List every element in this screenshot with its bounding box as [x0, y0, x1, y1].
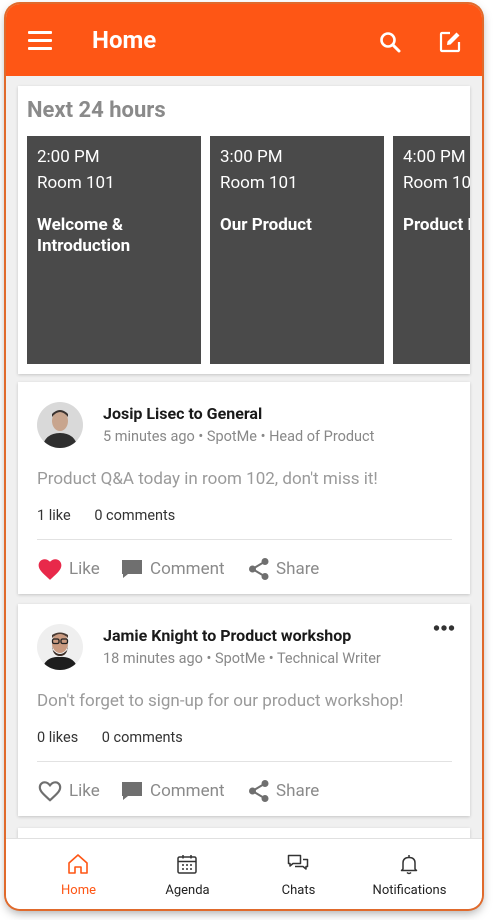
post-meta: 5 minutes ago • SpotMe • Head of Product [103, 428, 375, 445]
tab-notifications[interactable]: Notifications [350, 839, 469, 909]
comment-icon [122, 782, 142, 800]
tab-label: Chats [281, 883, 316, 898]
chats-icon [287, 854, 309, 870]
post-author[interactable]: Jamie Knight to Product workshop [103, 626, 351, 645]
comment-count[interactable]: 0 comments [102, 729, 183, 746]
post-body: Product Q&A today in room 102, don't mis… [37, 469, 378, 489]
bell-icon [400, 855, 418, 875]
share-button[interactable]: Share [248, 556, 319, 582]
like-button[interactable]: Like [37, 778, 100, 804]
share-label: Share [276, 781, 320, 801]
comment-button[interactable]: Comment [120, 556, 225, 582]
session-title: Product Roadmap [403, 215, 470, 235]
session-room: Room 101 [37, 173, 115, 193]
share-label: Share [276, 559, 320, 579]
menu-icon[interactable] [28, 31, 52, 51]
divider [37, 539, 452, 540]
more-options-icon[interactable] [433, 622, 455, 634]
comment-button[interactable]: Comment [120, 778, 225, 804]
comment-count[interactable]: 0 comments [94, 507, 175, 524]
session-room: Room 101 [403, 173, 470, 193]
share-icon [249, 780, 269, 802]
feed-post: Josip Lisec to General 5 minutes ago • S… [18, 382, 470, 594]
session-time: 3:00 PM [220, 147, 283, 167]
avatar[interactable] [37, 402, 83, 448]
like-count[interactable]: 0 likes [37, 729, 78, 746]
calendar-icon [177, 855, 197, 874]
heart-icon [38, 559, 62, 580]
session-time: 4:00 PM [403, 147, 466, 167]
session-card[interactable]: 3:00 PM Room 101 Our Product [210, 136, 384, 364]
home-icon [68, 854, 88, 874]
post-stats: 0 likes 0 comments [37, 729, 203, 746]
post-author[interactable]: Josip Lisec to General [103, 404, 262, 423]
tab-label: Home [61, 883, 96, 898]
bottom-navigation: Home Agenda Chats Notifications [6, 838, 482, 909]
like-count[interactable]: 1 like [37, 507, 71, 524]
compose-icon[interactable] [438, 30, 462, 54]
next-24-hours-card: Next 24 hours 2:00 PM Room 101 Welcome &… [18, 86, 470, 374]
session-title: Our Product [220, 215, 312, 235]
share-button[interactable]: Share [248, 778, 319, 804]
tab-label: Agenda [165, 883, 210, 898]
tab-home[interactable]: Home [19, 839, 138, 909]
session-room: Room 101 [220, 173, 298, 193]
like-label: Like [69, 559, 100, 579]
divider [37, 761, 452, 762]
comment-icon [122, 560, 142, 578]
search-icon[interactable] [378, 30, 402, 54]
session-card[interactable]: 4:00 PM Room 101 Product Roadmap [393, 136, 470, 364]
comment-label: Comment [150, 781, 225, 801]
session-title: Welcome & Introduction [37, 215, 131, 256]
avatar[interactable] [37, 624, 83, 670]
share-icon [249, 558, 269, 580]
post-stats: 1 like 0 comments [37, 507, 195, 524]
like-button[interactable]: Like [37, 556, 100, 582]
session-card[interactable]: 2:00 PM Room 101 Welcome & Introduction [27, 136, 201, 364]
tab-agenda[interactable]: Agenda [128, 839, 247, 909]
comment-label: Comment [150, 559, 225, 579]
app-header: Home [6, 4, 482, 76]
section-heading: Next 24 hours [27, 98, 166, 123]
heart-outline-icon [38, 781, 62, 802]
post-body: Don't forget to sign-up for our product … [37, 691, 404, 711]
page-title: Home [92, 26, 157, 54]
post-meta: 18 minutes ago • SpotMe • Technical Writ… [103, 650, 381, 667]
tab-chats[interactable]: Chats [239, 839, 358, 909]
app-screen: Home Next 24 hours 2:00 PM Room 101 Welc… [6, 4, 482, 909]
feed-post: Jamie Knight to Product workshop 18 minu… [18, 604, 470, 816]
like-label: Like [69, 781, 100, 801]
tab-label: Notifications [372, 883, 447, 898]
session-time: 2:00 PM [37, 147, 100, 167]
